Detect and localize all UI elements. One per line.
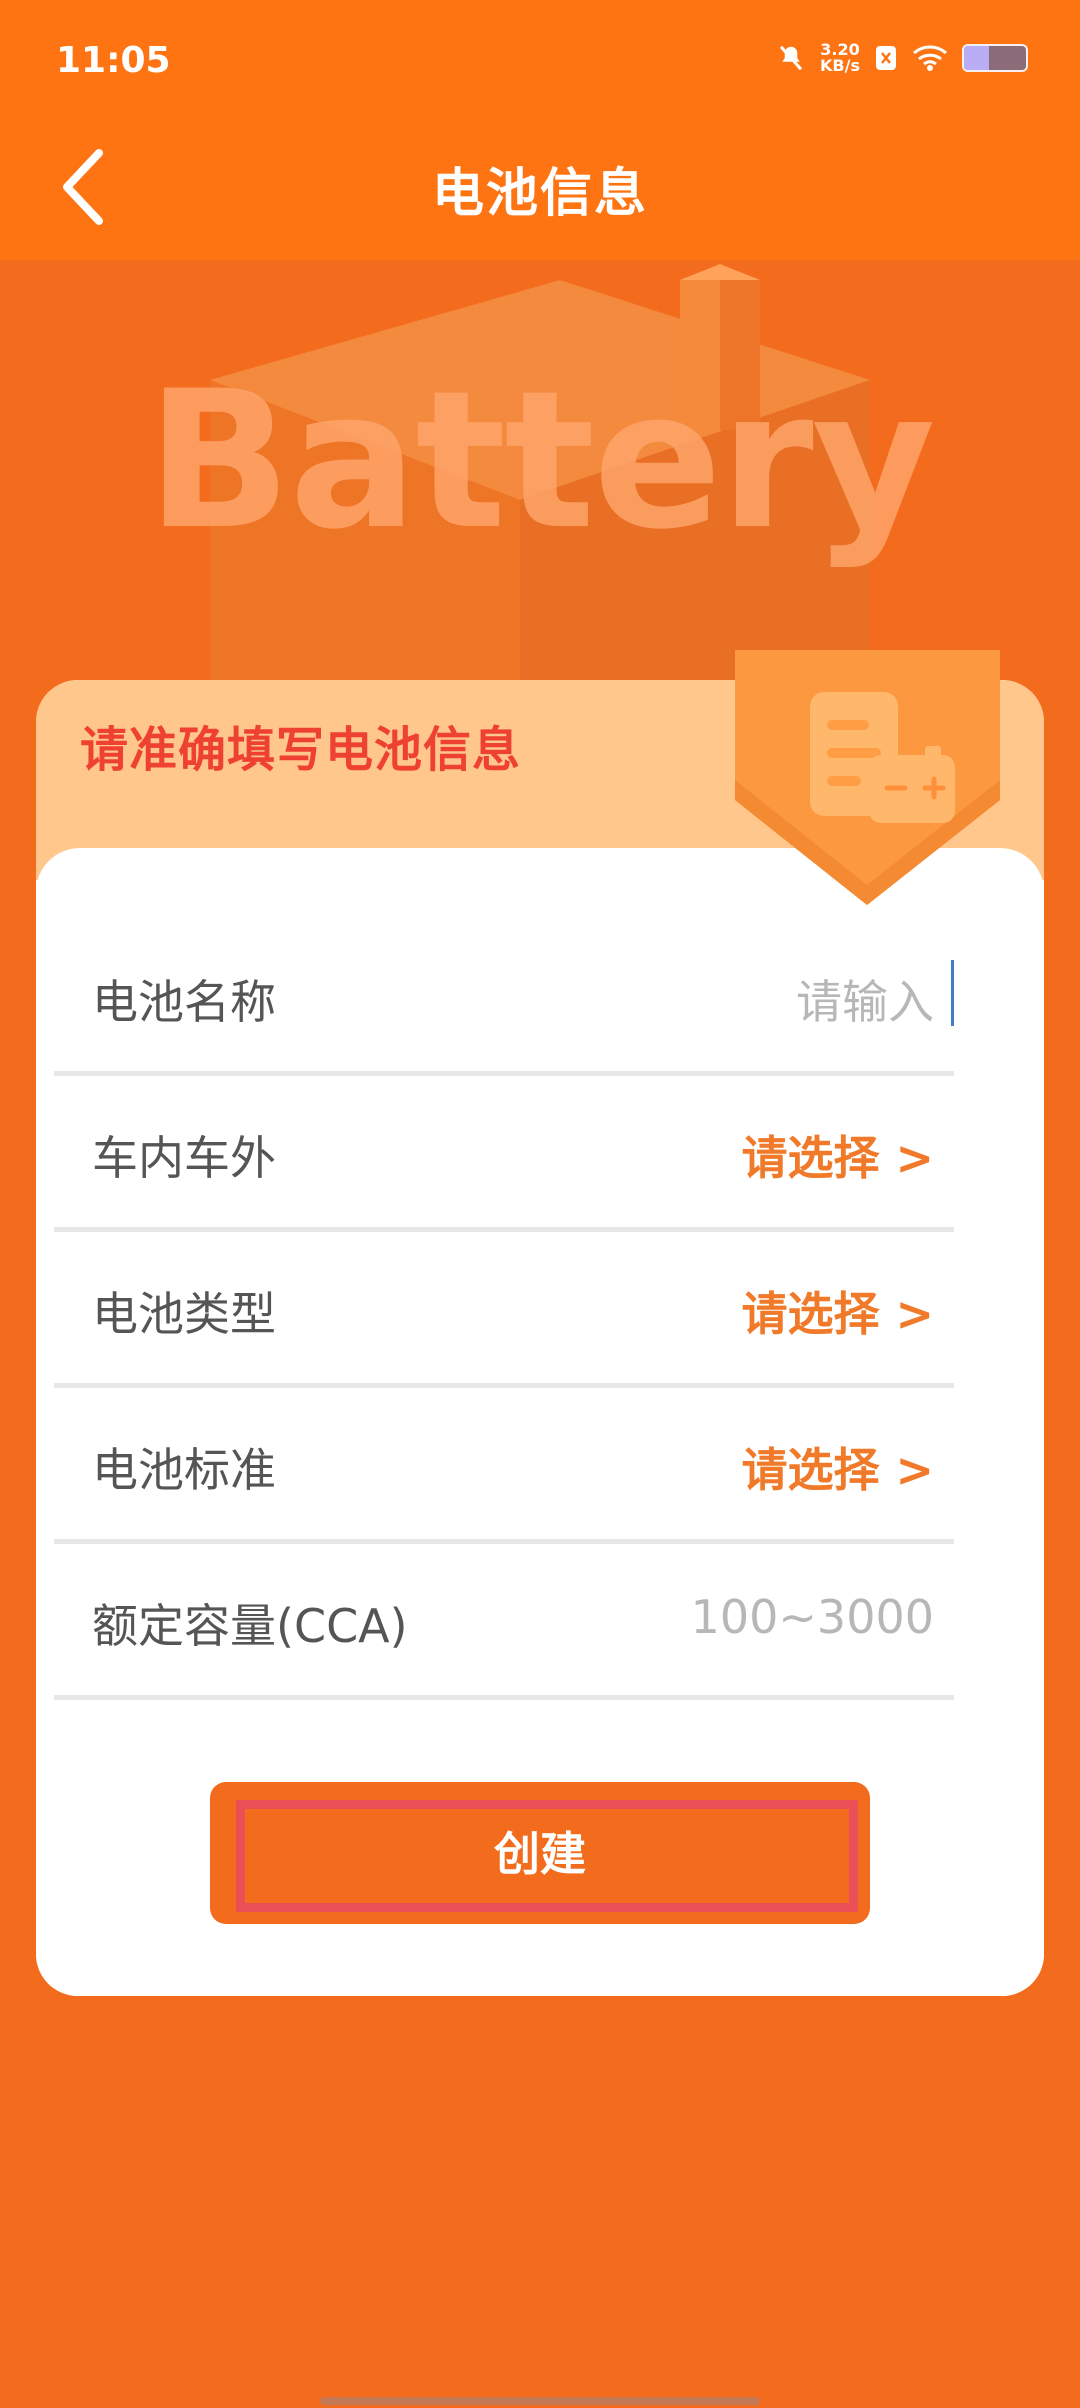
create-button[interactable]: 创建 — [210, 1782, 870, 1924]
battery-type-select[interactable]: 请选择 > — [741, 1278, 934, 1344]
battery-name-row[interactable]: 电池名称 请输入 — [54, 920, 954, 1076]
battery-icon — [962, 44, 1028, 72]
create-button-label: 创建 — [494, 1827, 586, 1881]
hero-word: Battery — [146, 350, 935, 571]
wifi-icon — [912, 44, 948, 72]
status-time: 11:05 — [56, 40, 171, 81]
battery-type-row[interactable]: 电池类型 请选择 > — [54, 1232, 954, 1388]
page-title: 电池信息 — [431, 164, 648, 224]
battery-name-input[interactable]: 请输入 — [796, 966, 934, 1032]
card-header-title: 请准确填写电池信息 — [80, 722, 522, 778]
battery-standard-select[interactable]: 请选择 > — [741, 1434, 934, 1500]
sim-disabled-icon — [874, 44, 898, 72]
home-indicator[interactable] — [320, 2397, 760, 2405]
network-speed: 3.20 KB/s — [820, 42, 860, 74]
input-caret — [951, 960, 954, 1026]
network-speed-unit: KB/s — [820, 56, 860, 75]
status-bar: 11:05 3.20 KB/s — [0, 0, 1080, 125]
inside-outside-row[interactable]: 车内车外 请选择 > — [54, 1076, 954, 1232]
battery-type-label: 电池类型 — [92, 1287, 276, 1341]
mute-icon — [776, 43, 806, 73]
app-bar: 电池信息 — [0, 125, 1080, 260]
rated-capacity-input[interactable]: 100~3000 — [691, 1590, 934, 1644]
battery-name-label: 电池名称 — [92, 975, 276, 1029]
battery-standard-label: 电池标准 — [92, 1443, 276, 1497]
inside-outside-select[interactable]: 请选择 > — [741, 1122, 934, 1188]
rated-capacity-row[interactable]: 额定容量(CCA) 100~3000 — [54, 1544, 954, 1700]
status-icons: 3.20 KB/s — [776, 42, 1028, 74]
inside-outside-label: 车内车外 — [92, 1131, 276, 1185]
battery-fill — [964, 46, 989, 70]
hero-banner: Battery — [0, 260, 1080, 700]
battery-document-icon — [735, 650, 1000, 905]
rated-capacity-label: 额定容量(CCA) — [92, 1599, 408, 1653]
battery-standard-row[interactable]: 电池标准 请选择 > — [54, 1388, 954, 1544]
